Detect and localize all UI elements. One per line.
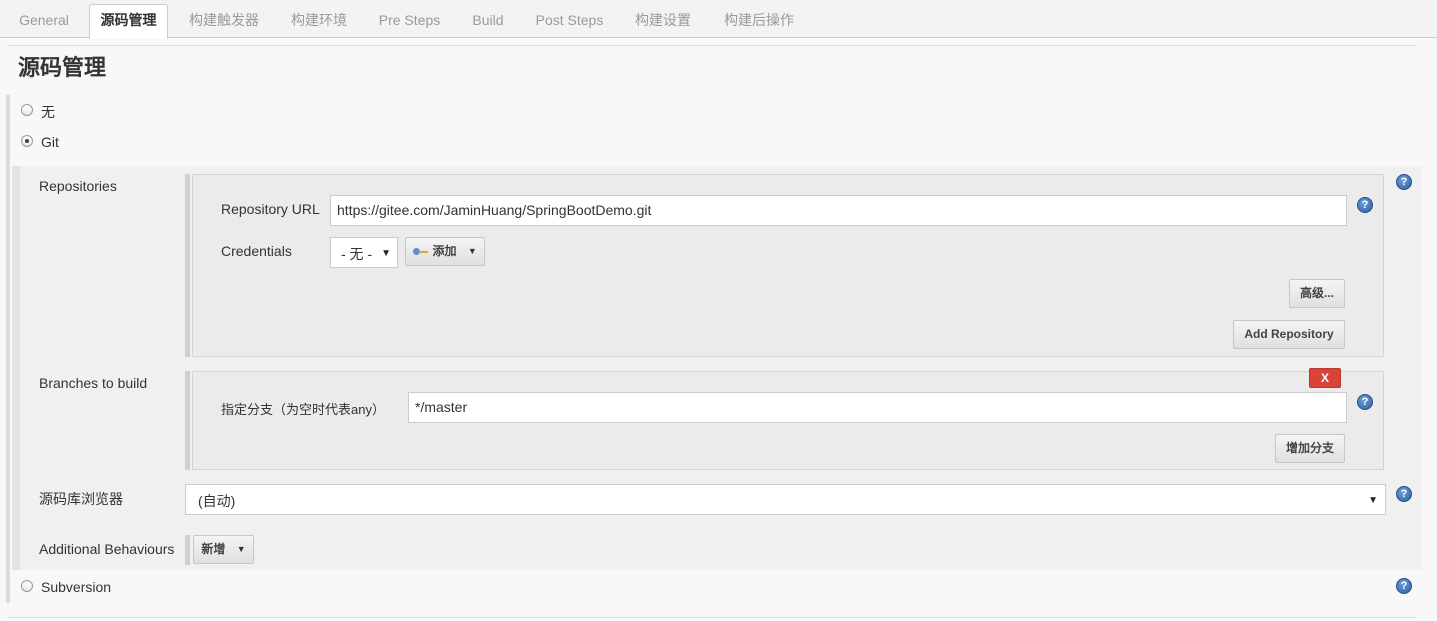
repository-url-label: Repository URL bbox=[221, 201, 320, 217]
radio-none-label: 无 bbox=[41, 104, 55, 120]
repositories-bar bbox=[185, 174, 190, 357]
radio-git[interactable] bbox=[21, 135, 33, 147]
add-credentials-label: 添加 bbox=[432, 244, 457, 258]
caret-down-icon: ▼ bbox=[236, 544, 246, 555]
advanced-button[interactable]: 高级... bbox=[1289, 279, 1345, 308]
branch-specifier-help-icon[interactable]: ? bbox=[1357, 394, 1373, 410]
tab-build-settings[interactable]: 构建设置 bbox=[624, 0, 702, 38]
tab-build-environment[interactable]: 构建环境 bbox=[280, 0, 358, 38]
repository-browser-value: (自动) bbox=[198, 493, 236, 509]
credentials-select[interactable]: - 无 - ▼ bbox=[330, 237, 398, 268]
repositories-help-icon[interactable]: ? bbox=[1396, 174, 1412, 190]
tab-post-steps[interactable]: Post Steps bbox=[525, 0, 614, 38]
behaviours-bar bbox=[185, 535, 190, 565]
tab-build[interactable]: Build bbox=[461, 0, 515, 38]
branch-specifier-label: 指定分支（为空时代表any） bbox=[221, 402, 385, 417]
add-behaviour-button[interactable]: 新增 ▼ bbox=[193, 535, 254, 564]
section-indent-bar bbox=[6, 95, 10, 603]
repository-browser-help-icon[interactable]: ? bbox=[1396, 486, 1412, 502]
tab-bar: General 源码管理 构建触发器 构建环境 Pre Steps Build … bbox=[0, 0, 1437, 39]
radio-subversion-label: Subversion bbox=[41, 579, 112, 595]
radio-none[interactable] bbox=[21, 104, 33, 116]
additional-behaviours-label: Additional Behaviours bbox=[39, 541, 175, 557]
branches-bar bbox=[185, 371, 190, 470]
section-title: 源码管理 bbox=[18, 55, 107, 80]
add-repository-button[interactable]: Add Repository bbox=[1233, 320, 1345, 349]
add-behaviour-label: 新增 bbox=[201, 542, 226, 556]
tab-post-build-actions[interactable]: 构建后操作 bbox=[712, 0, 806, 38]
repository-browser-label: 源码库浏览器 bbox=[39, 491, 123, 507]
branch-specifier-input[interactable]: */master bbox=[408, 392, 1347, 423]
tab-source-code-management[interactable]: 源码管理 bbox=[89, 4, 168, 39]
tab-general[interactable]: General bbox=[8, 0, 80, 38]
tab-build-triggers[interactable]: 构建触发器 bbox=[178, 0, 270, 38]
repository-url-help-icon[interactable]: ? bbox=[1357, 197, 1373, 213]
repository-url-input[interactable]: https://gitee.com/JaminHuang/SpringBootD… bbox=[330, 195, 1347, 226]
repositories-label: Repositories bbox=[39, 178, 117, 194]
divider bbox=[8, 617, 1416, 618]
credentials-select-value: - 无 - bbox=[341, 246, 373, 262]
caret-down-icon: ▼ bbox=[1368, 495, 1378, 506]
add-credentials-button[interactable]: 添加 ▼ bbox=[405, 237, 485, 266]
tab-pre-steps[interactable]: Pre Steps bbox=[368, 0, 451, 38]
radio-subversion[interactable] bbox=[21, 580, 33, 592]
repository-browser-select[interactable]: (自动) ▼ bbox=[185, 484, 1386, 515]
branches-label: Branches to build bbox=[39, 375, 148, 391]
add-branch-button[interactable]: 增加分支 bbox=[1275, 434, 1345, 463]
radio-git-label: Git bbox=[41, 134, 59, 150]
key-icon bbox=[413, 247, 429, 256]
caret-down-icon: ▼ bbox=[381, 248, 391, 259]
git-config-indent-bar bbox=[12, 166, 20, 570]
subversion-help-icon[interactable]: ? bbox=[1396, 578, 1412, 594]
delete-branch-button[interactable]: X bbox=[1309, 368, 1341, 388]
credentials-label: Credentials bbox=[221, 243, 292, 259]
caret-down-icon: ▼ bbox=[467, 246, 477, 257]
divider bbox=[8, 45, 1416, 46]
